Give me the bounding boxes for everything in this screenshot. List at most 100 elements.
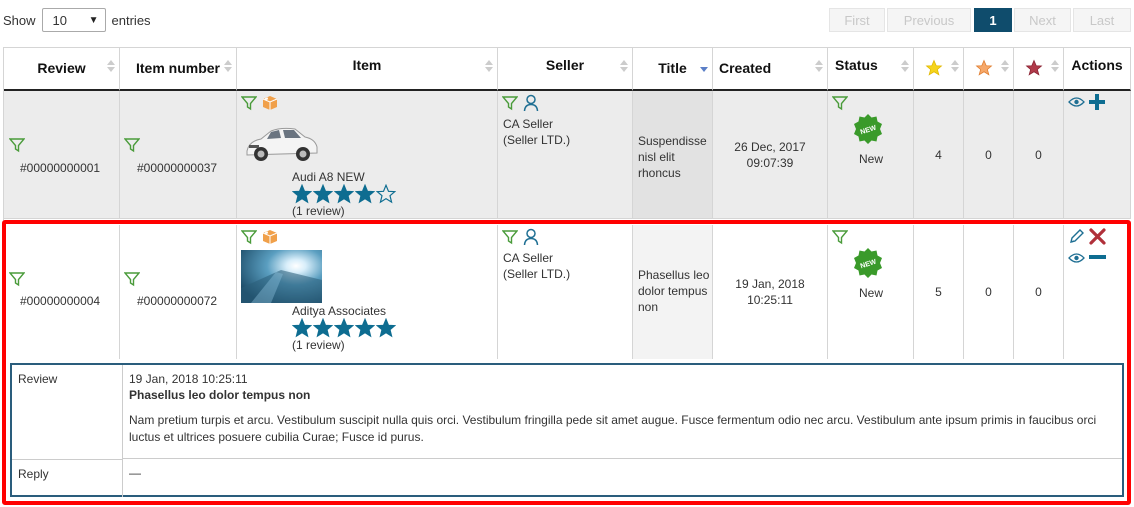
user-icon[interactable]: [523, 94, 539, 112]
column-header-review[interactable]: Review: [4, 47, 120, 91]
filter-icon[interactable]: [502, 229, 518, 245]
filter-icon[interactable]: [124, 137, 140, 153]
orange-star-count-cell: 0: [964, 91, 1014, 219]
created-cell: 19 Jan, 2018 10:25:11: [713, 225, 828, 359]
sort-icon: [107, 60, 115, 76]
pagination-first-button[interactable]: First: [829, 8, 885, 32]
column-header-actions-label: Actions: [1071, 57, 1123, 73]
title-cell: Phasellus leo dolor tempus non: [633, 225, 713, 359]
filter-icon[interactable]: [9, 137, 25, 153]
seller-company: (Seller LTD.): [503, 133, 571, 147]
review-id[interactable]: #00000000001: [20, 161, 100, 175]
review-title: Suspendisse nisl elit rhoncus: [638, 134, 707, 180]
status-text: New: [858, 152, 883, 166]
detail-review-label: Review: [12, 365, 123, 459]
filled-star-icon: [334, 184, 354, 204]
red-star-count: 0: [1035, 285, 1042, 299]
item-number-cell: #00000000037: [120, 91, 237, 219]
review-count: (1 review): [292, 338, 345, 352]
delete-icon[interactable]: [1089, 228, 1106, 245]
filter-icon[interactable]: [502, 95, 518, 111]
filled-star-icon: [355, 184, 375, 204]
entries-label: entries: [111, 12, 151, 28]
actions-cell: [1064, 91, 1131, 219]
gold-star-icon: [925, 59, 942, 76]
orange-star-count: 0: [985, 147, 992, 162]
filter-icon[interactable]: [9, 271, 25, 287]
add-icon[interactable]: [1088, 93, 1106, 111]
entries-select[interactable]: 10 ▼: [41, 8, 106, 32]
user-icon[interactable]: [523, 228, 539, 246]
column-header-item-number[interactable]: Item number: [120, 47, 237, 91]
filter-icon[interactable]: [241, 229, 257, 245]
red-star-count-cell: 0: [1014, 225, 1064, 359]
pagination-page-1-button[interactable]: 1: [974, 8, 1012, 32]
chevron-down-icon: ▼: [88, 14, 99, 26]
pagination-next-button[interactable]: Next: [1014, 8, 1071, 32]
review-id[interactable]: #00000000004: [20, 294, 100, 308]
created-time: 10:25:11: [747, 293, 793, 307]
pagination-last-button[interactable]: Last: [1073, 8, 1131, 32]
status-text: New: [858, 286, 883, 300]
item-number-cell: #00000000072: [120, 225, 237, 359]
column-header-created[interactable]: Created: [713, 47, 828, 91]
column-header-review-label: Review: [37, 60, 86, 76]
show-label: Show: [3, 12, 36, 28]
column-header-created-label: Created: [719, 60, 772, 76]
filter-icon[interactable]: [832, 229, 848, 245]
item-thumbnail[interactable]: [241, 117, 321, 167]
pagination-previous-button[interactable]: Previous: [887, 8, 971, 32]
package-icon[interactable]: [261, 228, 279, 246]
filled-star-icon: [292, 318, 312, 338]
title-cell: Suspendisse nisl elit rhoncus: [633, 91, 713, 219]
column-header-status[interactable]: Status: [828, 47, 914, 91]
column-header-red-star[interactable]: [1014, 47, 1064, 91]
item-thumbnail[interactable]: [241, 250, 322, 303]
new-badge-icon: NEW: [854, 114, 882, 144]
filled-star-icon: [376, 318, 396, 338]
column-header-title-label: Title: [658, 60, 687, 76]
eye-icon[interactable]: [1068, 252, 1085, 264]
filter-icon[interactable]: [832, 95, 848, 111]
filled-star-icon: [313, 184, 333, 204]
detail-review-content: 19 Jan, 2018 10:25:11 Phasellus leo dolo…: [123, 365, 1122, 459]
sort-descending-icon: [700, 60, 708, 76]
column-header-item[interactable]: Item: [237, 47, 498, 91]
filled-star-icon: [313, 318, 333, 338]
seller-name[interactable]: CA Seller: [503, 251, 553, 265]
sort-icon: [1001, 60, 1009, 76]
package-icon[interactable]: [261, 94, 279, 112]
column-header-seller[interactable]: Seller: [498, 47, 633, 91]
review-detail-panel: Review 19 Jan, 2018 10:25:11 Phasellus l…: [10, 363, 1124, 497]
rating-stars: [292, 184, 396, 204]
filter-icon[interactable]: [124, 271, 140, 287]
item-name[interactable]: Aditya Associates: [292, 304, 386, 318]
new-badge-icon: NEW: [854, 248, 882, 278]
orange-star-count: 0: [985, 285, 992, 299]
column-header-gold-star[interactable]: [914, 47, 964, 91]
item-number[interactable]: #00000000072: [137, 294, 217, 308]
review-count: (1 review): [292, 204, 345, 218]
collapse-icon[interactable]: [1089, 254, 1106, 260]
column-header-seller-label: Seller: [545, 57, 585, 73]
gold-star-count: 4: [935, 147, 942, 162]
gold-star-count: 5: [935, 285, 942, 299]
entries-select-value: 10: [52, 12, 67, 28]
filled-star-icon: [355, 318, 375, 338]
column-header-title[interactable]: Title: [633, 47, 713, 91]
item-number[interactable]: #00000000037: [137, 161, 217, 175]
edit-pencil-icon[interactable]: [1068, 228, 1085, 245]
column-header-orange-star[interactable]: [964, 47, 1014, 91]
empty-star-icon: [376, 184, 396, 204]
filled-star-icon: [334, 318, 354, 338]
seller-name[interactable]: CA Seller: [503, 117, 553, 131]
filled-star-icon: [292, 184, 312, 204]
eye-icon[interactable]: [1068, 96, 1085, 108]
filter-icon[interactable]: [241, 95, 257, 111]
item-name[interactable]: Audi A8 NEW: [292, 170, 365, 184]
table-toolbar: Show 10 ▼ entries First Previous 1 Next …: [0, 0, 1134, 42]
rating-stars: [292, 318, 396, 338]
orange-star-count-cell: 0: [964, 225, 1014, 359]
red-star-icon: [1025, 59, 1042, 76]
detail-reply-label: Reply: [12, 459, 123, 497]
